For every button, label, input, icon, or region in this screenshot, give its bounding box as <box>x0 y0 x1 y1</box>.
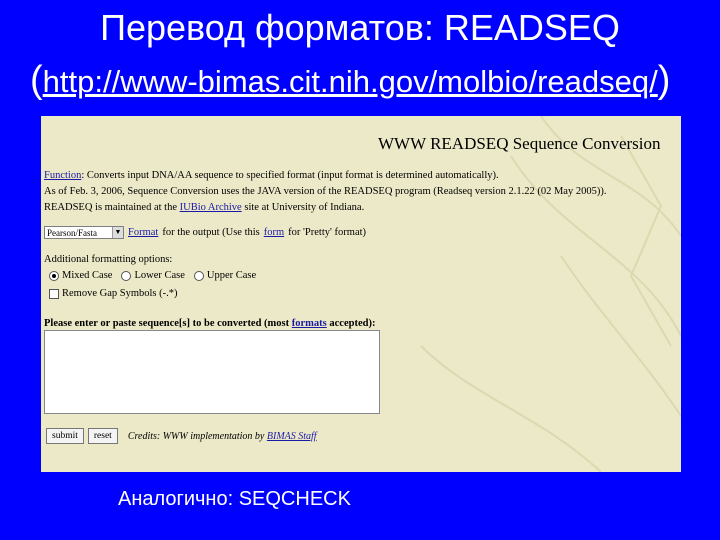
sequence-textarea[interactable] <box>44 330 380 414</box>
url-open-paren: ( <box>30 59 43 101</box>
sequence-prompt-b: accepted): <box>326 318 376 329</box>
remove-gap-label: Remove Gap Symbols (-.*) <box>62 288 178 299</box>
slide-title: Перевод форматов: READSEQ <box>100 7 620 48</box>
remove-gap-row: Remove Gap Symbols (-.*) <box>49 288 178 299</box>
mixed-case-label: Mixed Case <box>62 270 113 281</box>
sequence-prompt-a: Please enter or paste sequence[s] to be … <box>44 318 292 329</box>
remove-gap-checkbox[interactable] <box>49 288 59 299</box>
formats-link[interactable]: formats <box>292 318 327 329</box>
upper-case-radio[interactable] <box>193 270 204 281</box>
mixed-case-radio[interactable] <box>49 270 59 281</box>
lower-case-label: Lower Case <box>134 270 185 281</box>
function-link[interactable]: Function <box>44 170 81 181</box>
slide-footer-note: Аналогично: SEQCHECK <box>118 488 351 510</box>
lower-case-radio[interactable] <box>121 270 132 281</box>
page-title: WWW READSEQ Sequence Conversion <box>378 134 661 153</box>
form-link[interactable]: form <box>264 227 284 238</box>
url-close-paren: ) <box>657 59 671 101</box>
java-version-text: As of Feb. 3, 2006, Sequence Conversion … <box>44 186 607 197</box>
format-select-value: Pearson/Fasta <box>47 228 97 238</box>
readseq-page-screenshot: WWW READSEQ Sequence Conversion Function… <box>41 116 681 472</box>
maintained-text-a: READSEQ is maintained at the <box>44 202 180 213</box>
bimas-staff-link[interactable]: BIMAS Staff <box>267 431 317 442</box>
format-row: Pearson/Fasta ▼ Format for the output (Us… <box>44 226 366 239</box>
case-radio-group: Mixed Case Lower Case Upper Case <box>49 270 256 281</box>
credits-text-a: Credits: WWW implementation by <box>127 430 267 442</box>
iubio-archive-link[interactable]: IUBio Archive <box>180 202 242 213</box>
submit-button[interactable]: submit <box>46 428 84 444</box>
credits-text: Credits: WWW implementation by BIMAS Sta… <box>128 431 317 442</box>
reset-button[interactable]: reset <box>87 428 118 444</box>
maintained-text-b: site at University of Indiana. <box>241 202 365 213</box>
sequence-prompt: Please enter or paste sequence[s] to be … <box>44 318 375 329</box>
format-link[interactable]: Format <box>128 227 158 238</box>
slide-url-line: (http://www-bimas.cit.nih.gov/molbio/rea… <box>30 59 671 101</box>
function-text: : Converts input DNA/AA sequence to spec… <box>81 170 499 181</box>
upper-case-label: Upper Case <box>206 270 257 281</box>
info-block: Function: Converts input DNA/AA sequence… <box>44 168 606 216</box>
additional-options-label: Additional formatting options: <box>44 254 173 265</box>
action-row: submit reset Credits: WWW implementation… <box>46 428 317 444</box>
readseq-url-link[interactable]: http://www-bimas.cit.nih.gov/molbio/read… <box>43 64 658 99</box>
format-text-b: for 'Pretty' format) <box>288 227 367 238</box>
format-select[interactable]: Pearson/Fasta ▼ <box>44 226 124 239</box>
format-text-a: for the output (Use this <box>162 227 260 238</box>
chevron-down-icon[interactable]: ▼ <box>112 227 123 238</box>
